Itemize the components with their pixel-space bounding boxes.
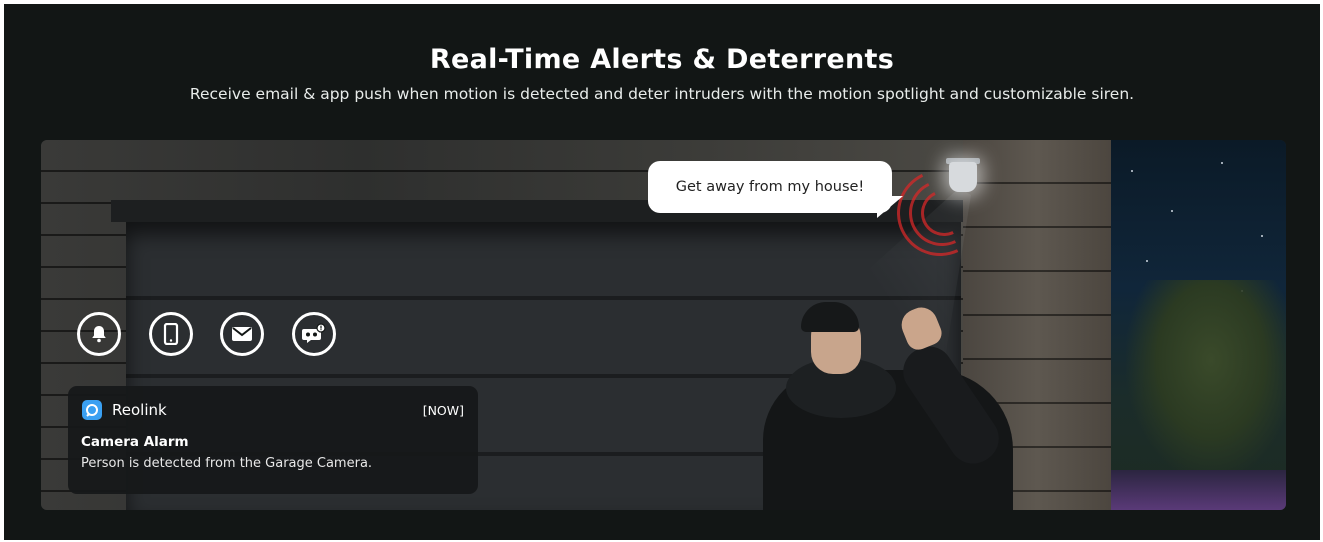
star xyxy=(1221,162,1223,164)
notification-title: Camera Alarm xyxy=(81,434,189,450)
star xyxy=(1261,235,1263,237)
ground xyxy=(1111,470,1286,510)
notification-app-name: Reolink xyxy=(112,401,167,419)
notification-time: [NOW] xyxy=(422,403,464,418)
phone-icon xyxy=(149,312,193,356)
star xyxy=(1171,210,1173,212)
star xyxy=(1131,170,1133,172)
bell-icon xyxy=(77,312,121,356)
section-title: Real-Time Alerts & Deterrents xyxy=(429,44,895,75)
speech-bubble-tail xyxy=(877,196,903,218)
reolink-app-icon xyxy=(82,400,102,420)
push-notification[interactable]: Reolink [NOW] Camera Alarm Person is det… xyxy=(68,386,478,494)
feature-section: Real-Time Alerts & Deterrents Receive em… xyxy=(4,4,1320,540)
speech-bubble-text: Get away from my house! xyxy=(675,179,865,195)
speech-bubble: Get away from my house! xyxy=(648,161,892,213)
email-icon xyxy=(220,312,264,356)
star xyxy=(1146,260,1148,262)
voice-message-icon xyxy=(292,312,336,356)
notification-body: Person is detected from the Garage Camer… xyxy=(81,456,373,471)
tree xyxy=(1126,280,1286,480)
section-subtitle: Receive email & app push when motion is … xyxy=(189,85,1135,103)
